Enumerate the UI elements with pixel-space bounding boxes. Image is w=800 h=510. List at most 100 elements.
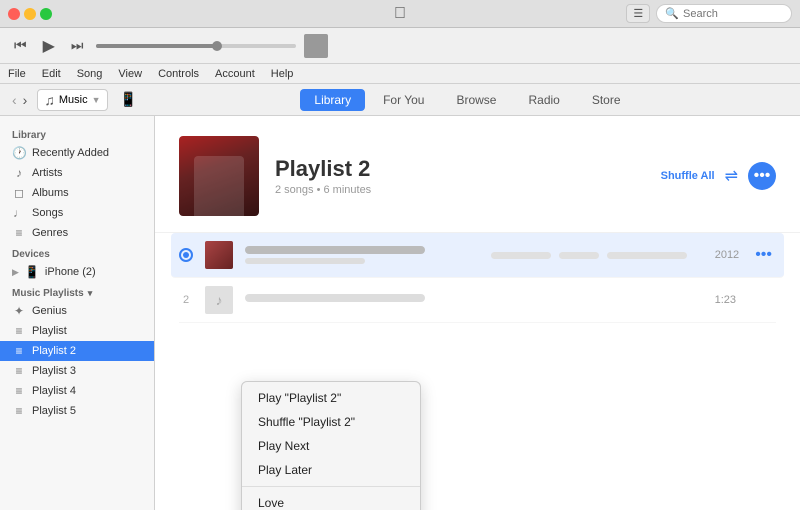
playlists-section-title: Music Playlists ▾: [0, 282, 154, 301]
chevron-down-icon: ▼: [92, 95, 101, 105]
playlist-icon: ≡: [12, 324, 26, 338]
song-row[interactable]: 2012 •••: [171, 233, 784, 278]
close-button[interactable]: [8, 8, 20, 20]
clock-icon: 🕐: [12, 146, 26, 160]
playlists-expand-icon: ▾: [88, 288, 93, 299]
tab-library[interactable]: Library: [300, 89, 365, 111]
sidebar-label-songs: Songs: [32, 207, 63, 219]
main-layout: Library 🕐 Recently Added ♪ Artists ◻ Alb…: [0, 116, 800, 510]
expand-icon: ▶: [12, 267, 19, 278]
rewind-button[interactable]: ⏮: [10, 35, 31, 56]
music-note-icon: ♫: [44, 92, 55, 108]
maximize-button[interactable]: [40, 8, 52, 20]
song-year: 2012: [699, 249, 739, 261]
sidebar-label-playlist4: Playlist 4: [32, 385, 76, 397]
playlist-cover-art: [179, 136, 259, 216]
sidebar-item-artists[interactable]: ♪ Artists: [0, 163, 154, 183]
progress-bar[interactable]: [96, 44, 296, 48]
forward-button[interactable]: ⏭: [67, 35, 88, 56]
playlist3-icon: ≡: [12, 364, 26, 378]
source-label: Music: [59, 94, 88, 106]
iphone-icon: 📱: [25, 265, 39, 279]
genres-icon: ≡: [12, 226, 26, 240]
song-art: [205, 241, 233, 269]
cover-art-inner: [179, 136, 259, 216]
search-box[interactable]: 🔍: [656, 4, 792, 23]
song-meta: [491, 252, 687, 259]
tab-browse[interactable]: Browse: [442, 89, 510, 111]
sidebar-item-playlist[interactable]: ≡ Playlist: [0, 321, 154, 341]
menu-song[interactable]: Song: [77, 68, 103, 80]
now-playing-art: [304, 34, 328, 58]
person-icon: ♪: [12, 166, 26, 180]
more-options-button[interactable]: •••: [748, 162, 776, 190]
song-more-button[interactable]: •••: [751, 246, 776, 264]
sidebar-item-genres[interactable]: ≡ Genres: [0, 223, 154, 243]
play-button[interactable]: ▶: [39, 34, 59, 58]
nav-arrows: ‹ ›: [10, 90, 29, 110]
song-name-placeholder: [245, 246, 425, 254]
menu-controls[interactable]: Controls: [158, 68, 199, 80]
song-row[interactable]: 2 ♪ 1:23: [179, 278, 776, 323]
sidebar-item-recently-added[interactable]: 🕐 Recently Added: [0, 143, 154, 163]
sidebar-item-albums[interactable]: ◻ Albums: [0, 183, 154, 203]
sidebar-label-recently-added: Recently Added: [32, 147, 109, 159]
sidebar-item-iphone[interactable]: ▶ 📱 iPhone (2): [0, 262, 154, 282]
ctx-play-later[interactable]: Play Later: [242, 458, 420, 482]
minimize-button[interactable]: [24, 8, 36, 20]
cover-figure: [194, 156, 244, 216]
sidebar-label-genres: Genres: [32, 227, 68, 239]
song-art-note: ♪: [205, 286, 233, 314]
menu-file[interactable]: File: [8, 68, 26, 80]
menu-help[interactable]: Help: [271, 68, 294, 80]
nav-tabs: Library For You Browse Radio Store: [300, 89, 634, 111]
playing-dot: [183, 252, 189, 258]
search-input[interactable]: [683, 8, 783, 20]
tab-radio[interactable]: Radio: [514, 89, 573, 111]
sidebar-item-songs[interactable]: ♩ Songs: [0, 203, 154, 223]
menu-view[interactable]: View: [118, 68, 142, 80]
tab-store[interactable]: Store: [578, 89, 635, 111]
menu-account[interactable]: Account: [215, 68, 255, 80]
ctx-play-next[interactable]: Play Next: [242, 434, 420, 458]
list-view-btn[interactable]: ☰: [626, 4, 650, 23]
sidebar-label-playlist5: Playlist 5: [32, 405, 76, 417]
shuffle-icon: ⇌: [725, 166, 738, 186]
sidebar-label-iphone: iPhone (2): [45, 266, 96, 278]
devices-section-title: Devices: [0, 243, 154, 262]
phone-icon: 📱: [120, 91, 137, 108]
search-icon: 🔍: [665, 7, 679, 20]
menu-edit[interactable]: Edit: [42, 68, 61, 80]
sidebar-item-playlist4[interactable]: ≡ Playlist 4: [0, 381, 154, 401]
source-selector[interactable]: ♫ Music ▼: [37, 89, 107, 111]
ctx-play-playlist[interactable]: Play "Playlist 2": [242, 386, 420, 410]
back-button[interactable]: ‹: [10, 90, 19, 110]
sidebar-item-genius[interactable]: ✦ Genius: [0, 301, 154, 321]
tab-for-you[interactable]: For You: [369, 89, 438, 111]
sidebar-label-albums: Albums: [32, 187, 69, 199]
title-bar:  ☰ 🔍: [0, 0, 800, 28]
ctx-shuffle-playlist[interactable]: Shuffle "Playlist 2": [242, 410, 420, 434]
transport-bar: ⏮ ▶ ⏭: [0, 28, 800, 64]
shuffle-all-button[interactable]: Shuffle All: [661, 170, 715, 182]
song-info: [245, 294, 684, 306]
progress-fill: [96, 44, 216, 48]
playlist-info: Playlist 2 2 songs • 6 minutes: [275, 156, 645, 196]
sidebar-label-playlist3: Playlist 3: [32, 365, 76, 377]
sidebar-label-genius: Genius: [32, 305, 67, 317]
sidebar-item-playlist5[interactable]: ≡ Playlist 5: [0, 401, 154, 421]
ctx-love[interactable]: Love: [242, 491, 420, 510]
playlists-title-text: Music Playlists: [12, 288, 84, 299]
sidebar-item-playlist2[interactable]: ≡ Playlist 2: [0, 341, 154, 361]
library-section-title: Library: [0, 124, 154, 143]
playlist2-icon: ≡: [12, 344, 26, 358]
playlist-header: Playlist 2 2 songs • 6 minutes Shuffle A…: [155, 116, 800, 233]
content-area: Playlist 2 2 songs • 6 minutes Shuffle A…: [155, 116, 800, 510]
sidebar-item-playlist3[interactable]: ≡ Playlist 3: [0, 361, 154, 381]
sidebar: Library 🕐 Recently Added ♪ Artists ◻ Alb…: [0, 116, 155, 510]
menu-bar: File Edit Song View Controls Account Hel…: [0, 64, 800, 84]
note-icon: ♩: [12, 206, 26, 220]
song-name-placeholder2: [245, 294, 425, 302]
forward-button-nav[interactable]: ›: [21, 90, 30, 110]
song-artist-placeholder: [245, 258, 365, 264]
